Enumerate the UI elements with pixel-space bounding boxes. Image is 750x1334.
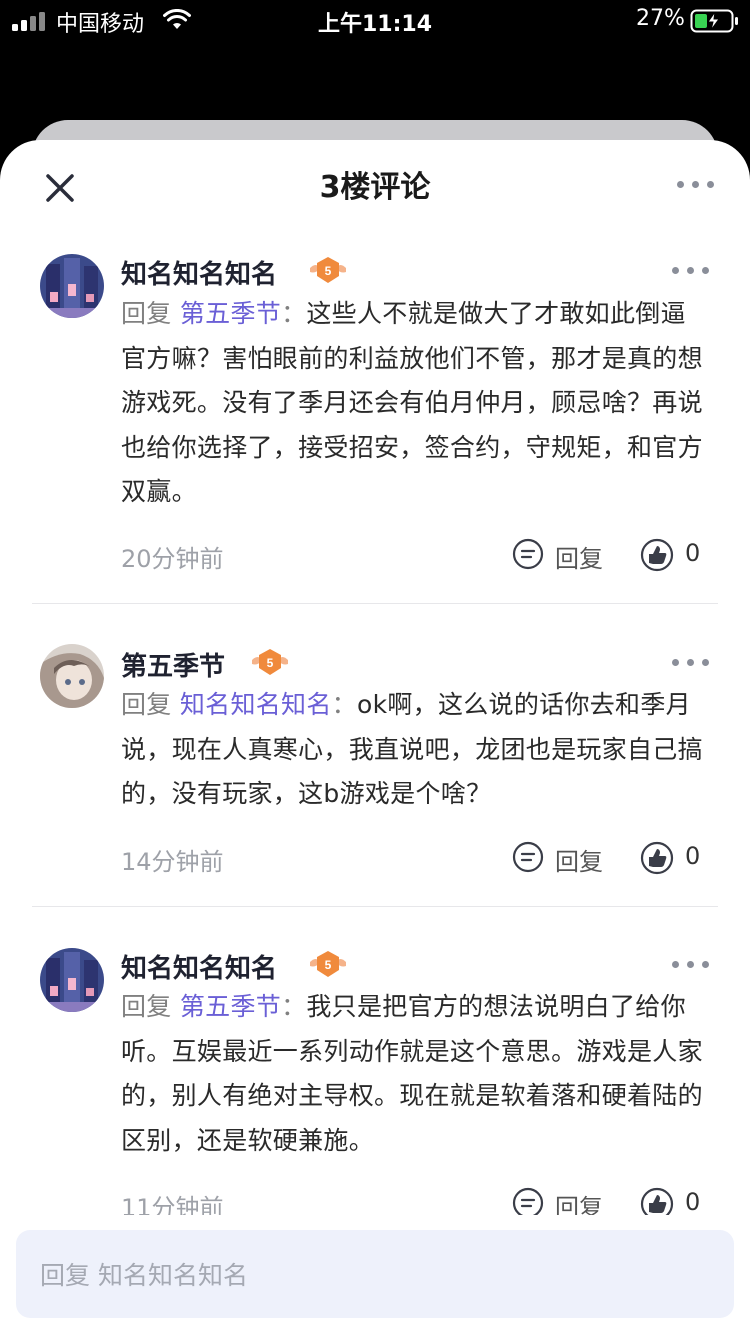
- timestamp: 20分钟前: [121, 545, 224, 573]
- level-badge-icon: 5: [310, 257, 346, 283]
- level-badge-icon: 5: [310, 951, 346, 977]
- level-badge-icon: 5: [252, 649, 288, 675]
- username[interactable]: 知名知名知名: [121, 948, 277, 985]
- comment-meta: 11分钟前 回复 0: [121, 1186, 711, 1215]
- divider: [32, 906, 718, 907]
- comment-text: 回复 知名知名知名：ok啊，这么说的话你去和季月说，现在人真寒心，我直说吧，龙团…: [121, 683, 711, 817]
- sheet-title: 3楼评论: [319, 170, 431, 205]
- reply-icon[interactable]: [511, 840, 545, 874]
- like-icon[interactable]: [639, 1186, 675, 1215]
- reply-input[interactable]: 回复 知名知名知名: [16, 1230, 734, 1318]
- level-number: 5: [325, 958, 332, 972]
- reply-icon[interactable]: [511, 1186, 545, 1215]
- reply-prefix: 回复: [121, 992, 172, 1021]
- reply-icon[interactable]: [511, 537, 545, 571]
- more-icon[interactable]: [669, 260, 713, 280]
- comment-sheet: 3楼评论 知名知名知名 5 回复 第五季节：这些人不就是做大了才敢如此倒逼官方嘛…: [0, 140, 750, 1334]
- like-icon[interactable]: [639, 537, 675, 573]
- username[interactable]: 第五季节: [121, 646, 225, 683]
- sheet-header: 3楼评论: [0, 140, 750, 230]
- avatar[interactable]: [40, 644, 104, 708]
- comment-content: 这些人不就是做大了才敢如此倒逼官方嘛？害怕眼前的利益放他们不管，那才是真的想游戏…: [121, 299, 703, 507]
- like-count: 0: [685, 842, 701, 870]
- level-number: 5: [325, 264, 332, 278]
- colon: ：: [281, 299, 307, 328]
- reply-prefix: 回复: [121, 299, 172, 328]
- like-icon[interactable]: [639, 840, 675, 876]
- more-icon[interactable]: [674, 174, 718, 194]
- comment-text: 回复 第五季节：我只是把官方的想法说明白了给你听。互娱最近一系列动作就是这个意思…: [121, 985, 711, 1163]
- comment-list[interactable]: 知名知名知名 5 回复 第五季节：这些人不就是做大了才敢如此倒逼官方嘛？害怕眼前…: [0, 230, 750, 1215]
- avatar[interactable]: [40, 254, 104, 318]
- like-count: 0: [685, 1188, 701, 1215]
- battery-percent: 27%: [636, 6, 685, 31]
- status-bar: 中国移动 上午11:14 27%: [0, 0, 750, 42]
- comment-text: 回复 第五季节：这些人不就是做大了才敢如此倒逼官方嘛？害怕眼前的利益放他们不管，…: [121, 292, 711, 515]
- reply-button[interactable]: 回复: [555, 539, 603, 574]
- more-icon[interactable]: [669, 954, 713, 974]
- comment-meta: 20分钟前 回复 0: [121, 537, 711, 577]
- reply-button[interactable]: 回复: [555, 842, 603, 877]
- colon: ：: [281, 992, 307, 1021]
- like-count: 0: [685, 539, 701, 567]
- timestamp: 11分钟前: [121, 1194, 224, 1215]
- level-number: 5: [267, 656, 274, 670]
- mention-link[interactable]: 第五季节: [180, 299, 281, 328]
- mention-link[interactable]: 知名知名知名: [180, 690, 332, 719]
- divider: [32, 603, 718, 604]
- more-icon[interactable]: [669, 652, 713, 672]
- reply-prefix: 回复: [121, 690, 172, 719]
- battery-charging-icon: [690, 9, 738, 33]
- reply-button[interactable]: 回复: [555, 1188, 603, 1215]
- mention-link[interactable]: 第五季节: [180, 992, 281, 1021]
- timestamp: 14分钟前: [121, 848, 224, 876]
- colon: ：: [331, 690, 357, 719]
- avatar[interactable]: [40, 948, 104, 1012]
- reply-input-placeholder: 回复 知名知名知名: [40, 1261, 248, 1290]
- comment-meta: 14分钟前 回复 0: [121, 840, 711, 880]
- username[interactable]: 知名知名知名: [121, 254, 277, 291]
